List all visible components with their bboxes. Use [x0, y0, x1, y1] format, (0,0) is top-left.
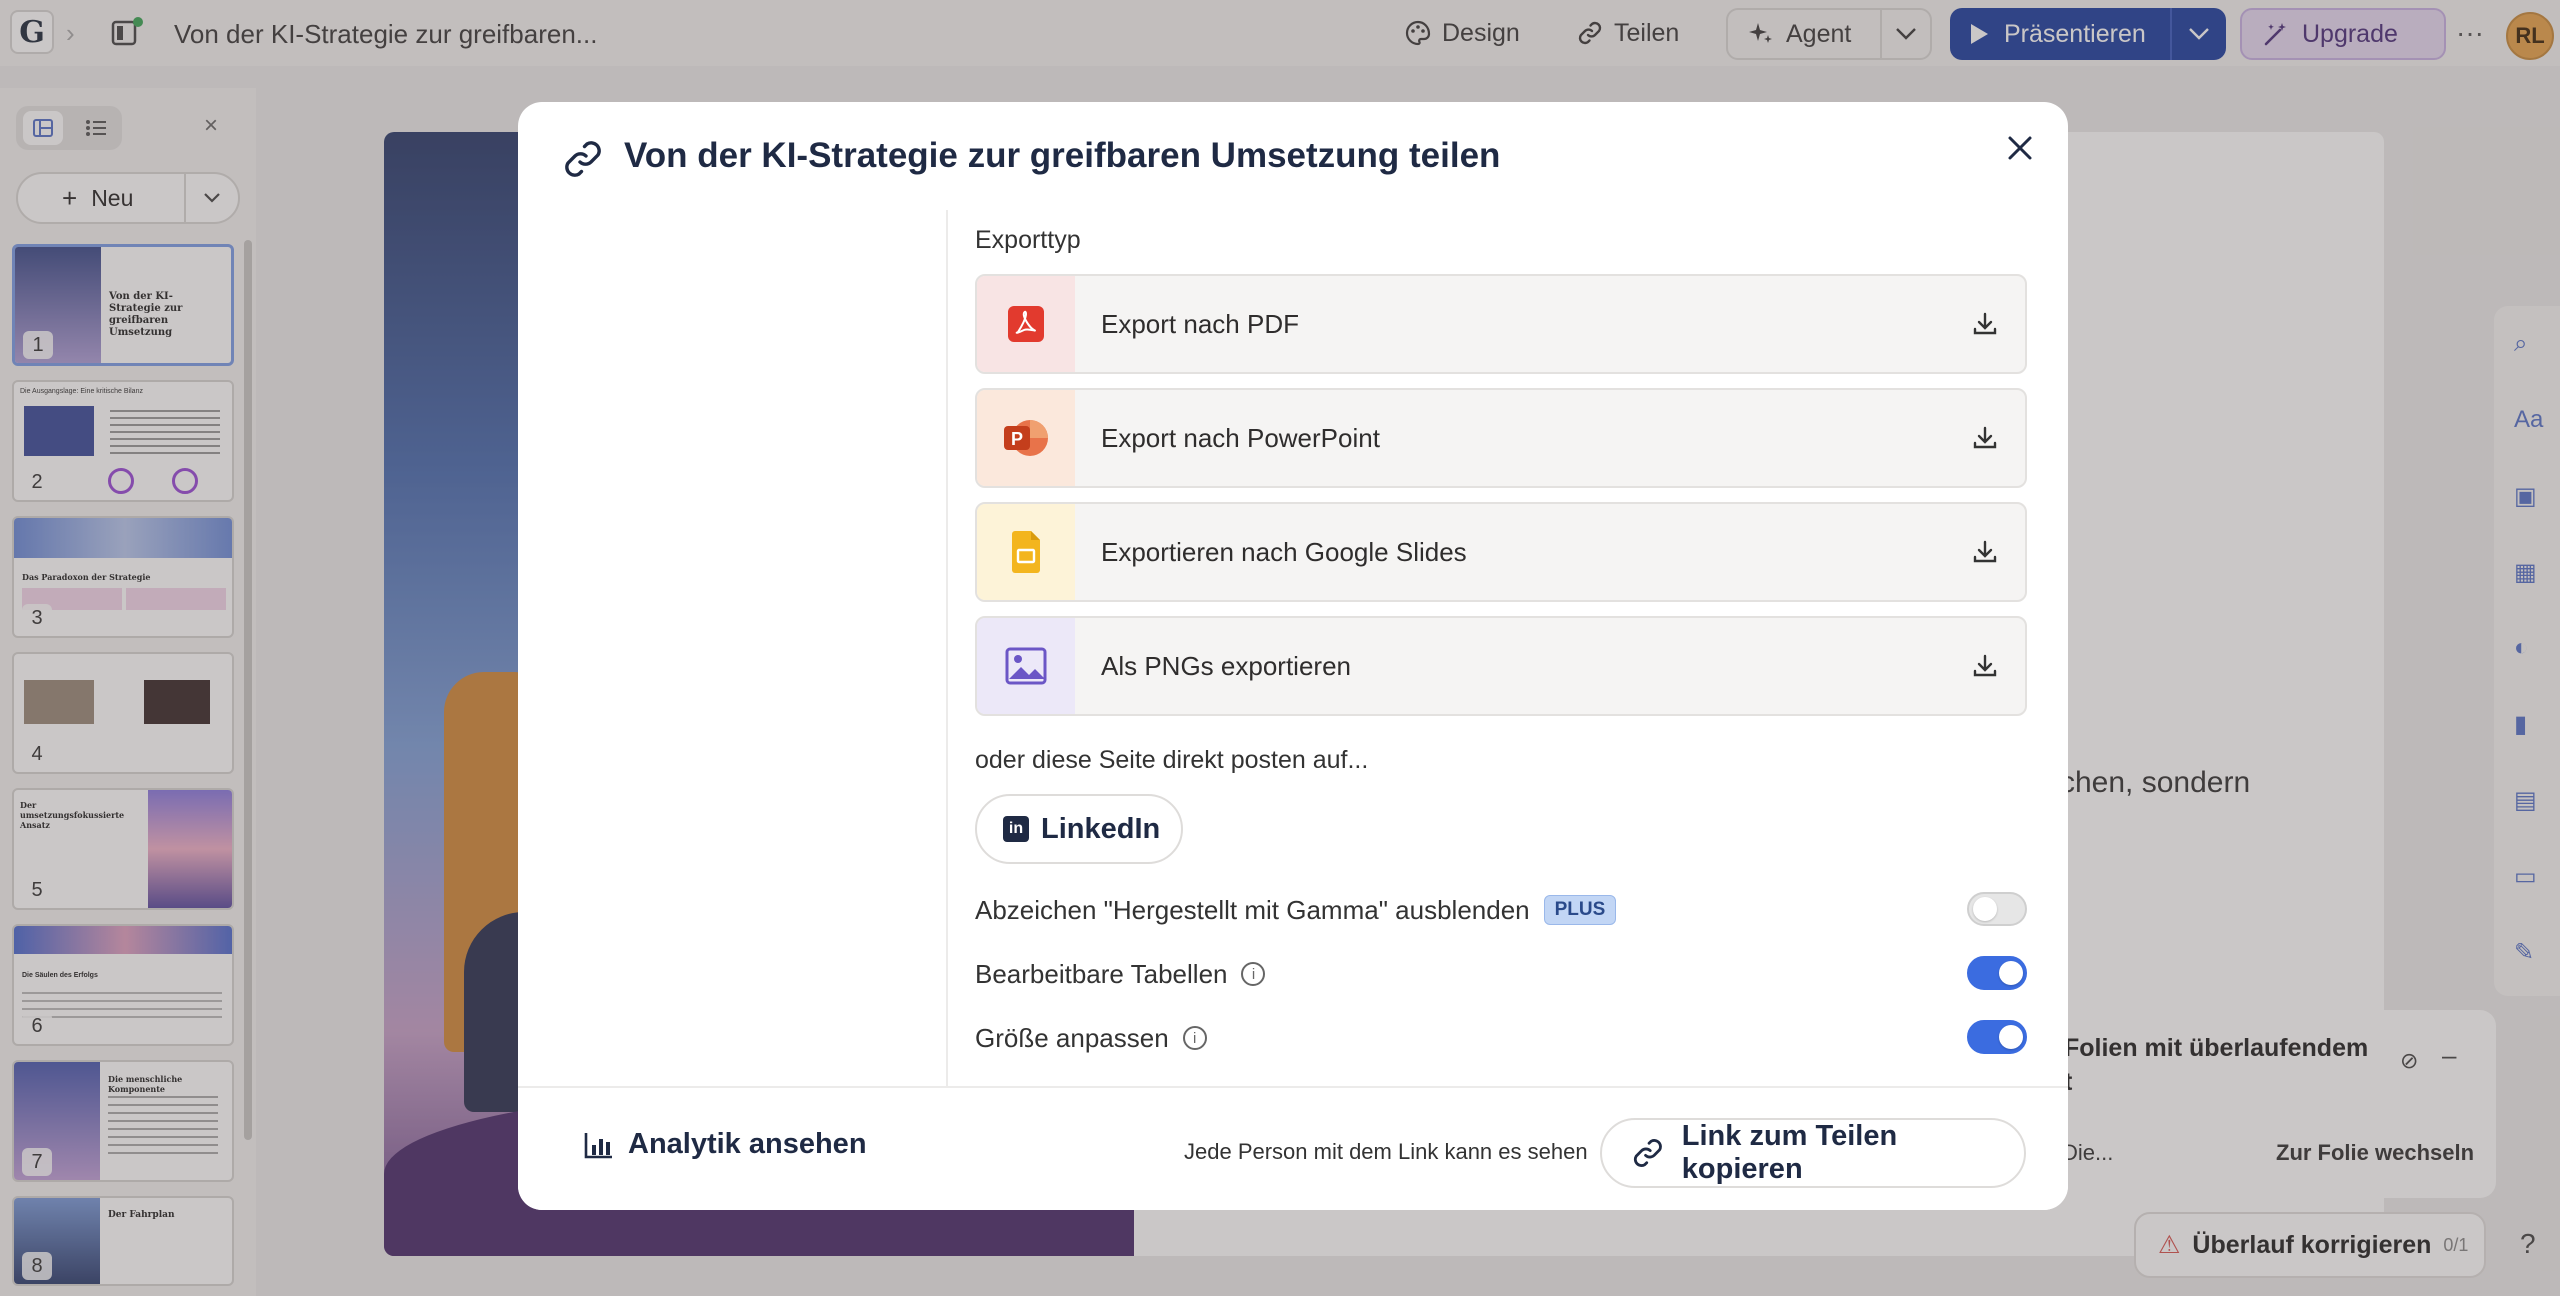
link-icon [565, 141, 601, 177]
link-visibility-note: Jede Person mit dem Link kann es sehen [1184, 1139, 1588, 1164]
info-icon[interactable]: i [1182, 1026, 1207, 1050]
powerpoint-icon-cell: P [977, 390, 1075, 486]
post-directly-label: oder diese Seite direkt posten auf... [975, 746, 1369, 774]
export-powerpoint-button[interactable]: P Export nach PowerPoint [975, 388, 2027, 488]
export-google-slides-button[interactable]: Exportieren nach Google Slides [975, 502, 2027, 602]
copy-share-link-label: Link zum Teilen kopieren [1681, 1120, 1898, 1185]
export-powerpoint-label: Export nach PowerPoint [1101, 422, 1380, 453]
resize-toggle[interactable] [1967, 1020, 2027, 1054]
close-icon[interactable] [2000, 128, 2040, 168]
linkedin-button[interactable]: in LinkedIn [975, 794, 1183, 864]
info-icon[interactable]: i [1241, 962, 1266, 986]
export-pdf-button[interactable]: Export nach PDF [975, 274, 2027, 374]
hide-badge-toggle[interactable] [1967, 892, 2027, 926]
plus-badge: PLUS [1543, 895, 1617, 925]
export-section-label: Exporttyp [975, 226, 1081, 254]
export-google-slides-label: Exportieren nach Google Slides [1101, 536, 1467, 567]
bar-chart-icon [584, 1132, 612, 1158]
pdf-icon-cell [977, 276, 1075, 372]
download-icon [1945, 653, 2025, 679]
editable-tables-option: Bearbeitbare Tabellen i [975, 954, 2027, 994]
column-divider [946, 210, 948, 1086]
svg-text:P: P [1011, 429, 1023, 449]
export-png-button[interactable]: Als PNGs exportieren [975, 616, 2027, 716]
download-icon [1945, 311, 2025, 337]
linkedin-label: LinkedIn [1041, 812, 1161, 845]
google-slides-icon [1012, 531, 1040, 573]
view-analytics-button[interactable]: Analytik ansehen [584, 1128, 867, 1161]
linkedin-icon: in [1003, 816, 1029, 842]
share-modal: Von der KI-Strategie zur greifbaren Umse… [518, 102, 2068, 1210]
link-icon [1633, 1139, 1662, 1167]
download-icon [1945, 425, 2025, 451]
image-icon-cell [977, 618, 1075, 714]
copy-share-link-button[interactable]: Link zum Teilen kopieren [1600, 1118, 2026, 1188]
resize-option: Größe anpassen i [975, 1018, 2027, 1058]
google-slides-icon-cell [977, 504, 1075, 600]
view-analytics-label: Analytik ansehen [628, 1128, 867, 1160]
editable-tables-label: Bearbeitbare Tabellen [975, 958, 1228, 989]
powerpoint-icon: P [1004, 420, 1048, 456]
hide-badge-option: Abzeichen "Hergestellt mit Gamma" ausble… [975, 890, 2027, 930]
resize-label: Größe anpassen [975, 1022, 1169, 1053]
hide-badge-label: Abzeichen "Hergestellt mit Gamma" ausble… [975, 894, 1530, 925]
editable-tables-toggle[interactable] [1967, 956, 2027, 990]
modal-footer: Analytik ansehen Jede Person mit dem Lin… [518, 1086, 2068, 1210]
modal-title: Von der KI-Strategie zur greifbaren Umse… [624, 136, 1501, 175]
pdf-icon [1008, 306, 1044, 342]
image-icon [1005, 647, 1047, 685]
download-icon [1945, 539, 2025, 565]
export-png-label: Als PNGs exportieren [1101, 650, 1351, 681]
export-pdf-label: Export nach PDF [1101, 308, 1299, 339]
